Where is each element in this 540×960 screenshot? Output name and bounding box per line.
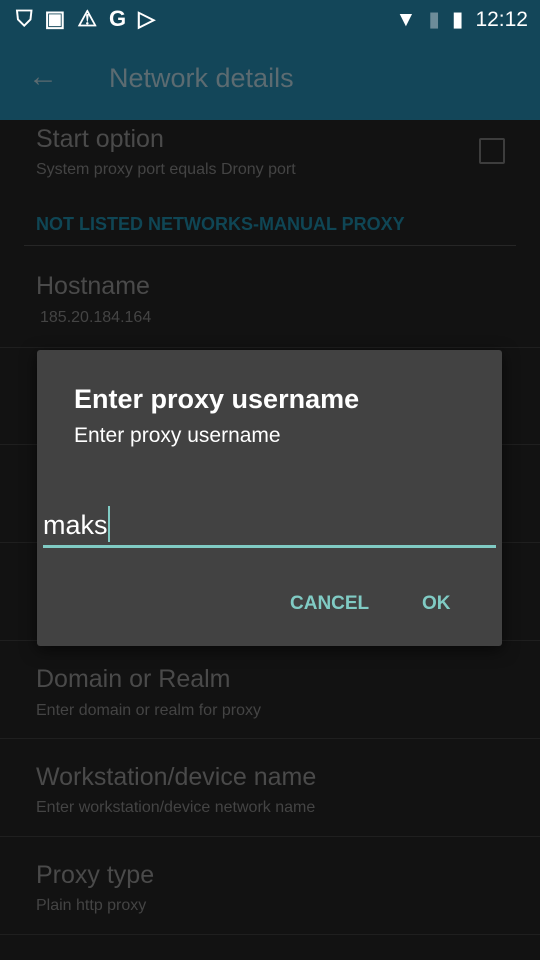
setting-workstation[interactable]: Workstation/device name Enter workstatio… (0, 739, 540, 837)
setting-summary: Enter domain or realm for proxy (36, 702, 261, 719)
username-dialog: Enter proxy username Enter proxy usernam… (37, 350, 502, 646)
category-header: NOT LISTED NETWORKS-MANUAL PROXY (36, 214, 405, 234)
wifi-icon: ▼ (395, 7, 417, 31)
dialog-message: Enter proxy username (74, 424, 281, 447)
setting-domain[interactable]: Domain or Realm Enter domain or realm fo… (0, 641, 540, 739)
ok-button[interactable]: OK (422, 593, 451, 615)
setting-summary: Plain http proxy (36, 897, 147, 914)
status-bar: ⛉ ▣ ⚠ G ▷ ▼ ▮ ▮ 12:12 (0, 0, 540, 38)
battery-charging-icon: ▮ (451, 8, 464, 31)
setting-summary: System proxy port equals Drony port (36, 161, 296, 178)
text-caret (107, 506, 110, 542)
username-input[interactable]: maks (43, 506, 496, 548)
start-option-checkbox[interactable] (479, 138, 505, 164)
setting-title: Workstation/device name (36, 763, 317, 791)
username-value: maks (43, 510, 108, 540)
setting-title: Hostname (36, 272, 150, 300)
dialog-title: Enter proxy username (74, 384, 360, 414)
setting-proxy-type[interactable]: Proxy type Plain http proxy (0, 837, 540, 935)
page-title: Network details (109, 63, 294, 93)
setting-title: Domain or Realm (36, 665, 231, 693)
google-icon: G (109, 6, 127, 31)
divider (24, 245, 516, 246)
setting-title: Start option (36, 125, 164, 153)
play-store-icon: ▷ (138, 6, 156, 31)
shield-play-icon: ⛉ (16, 6, 33, 31)
image-icon: ▣ (44, 6, 66, 31)
setting-hostname[interactable]: Hostname 185.20.184.164 (0, 260, 540, 348)
app-bar: ← Network details (0, 38, 540, 120)
no-sim-icon: ▮ (428, 8, 440, 31)
setting-summary: Enter workstation/device network name (36, 799, 316, 816)
back-arrow-icon[interactable]: ← (28, 60, 58, 94)
cancel-button[interactable]: CANCEL (290, 593, 369, 615)
clock: 12:12 (475, 7, 528, 31)
warning-icon: ⚠ (77, 6, 98, 31)
setting-start-option[interactable]: Start option System proxy port equals Dr… (0, 120, 540, 200)
setting-summary: 185.20.184.164 (40, 309, 152, 326)
setting-title: Proxy type (36, 861, 155, 889)
